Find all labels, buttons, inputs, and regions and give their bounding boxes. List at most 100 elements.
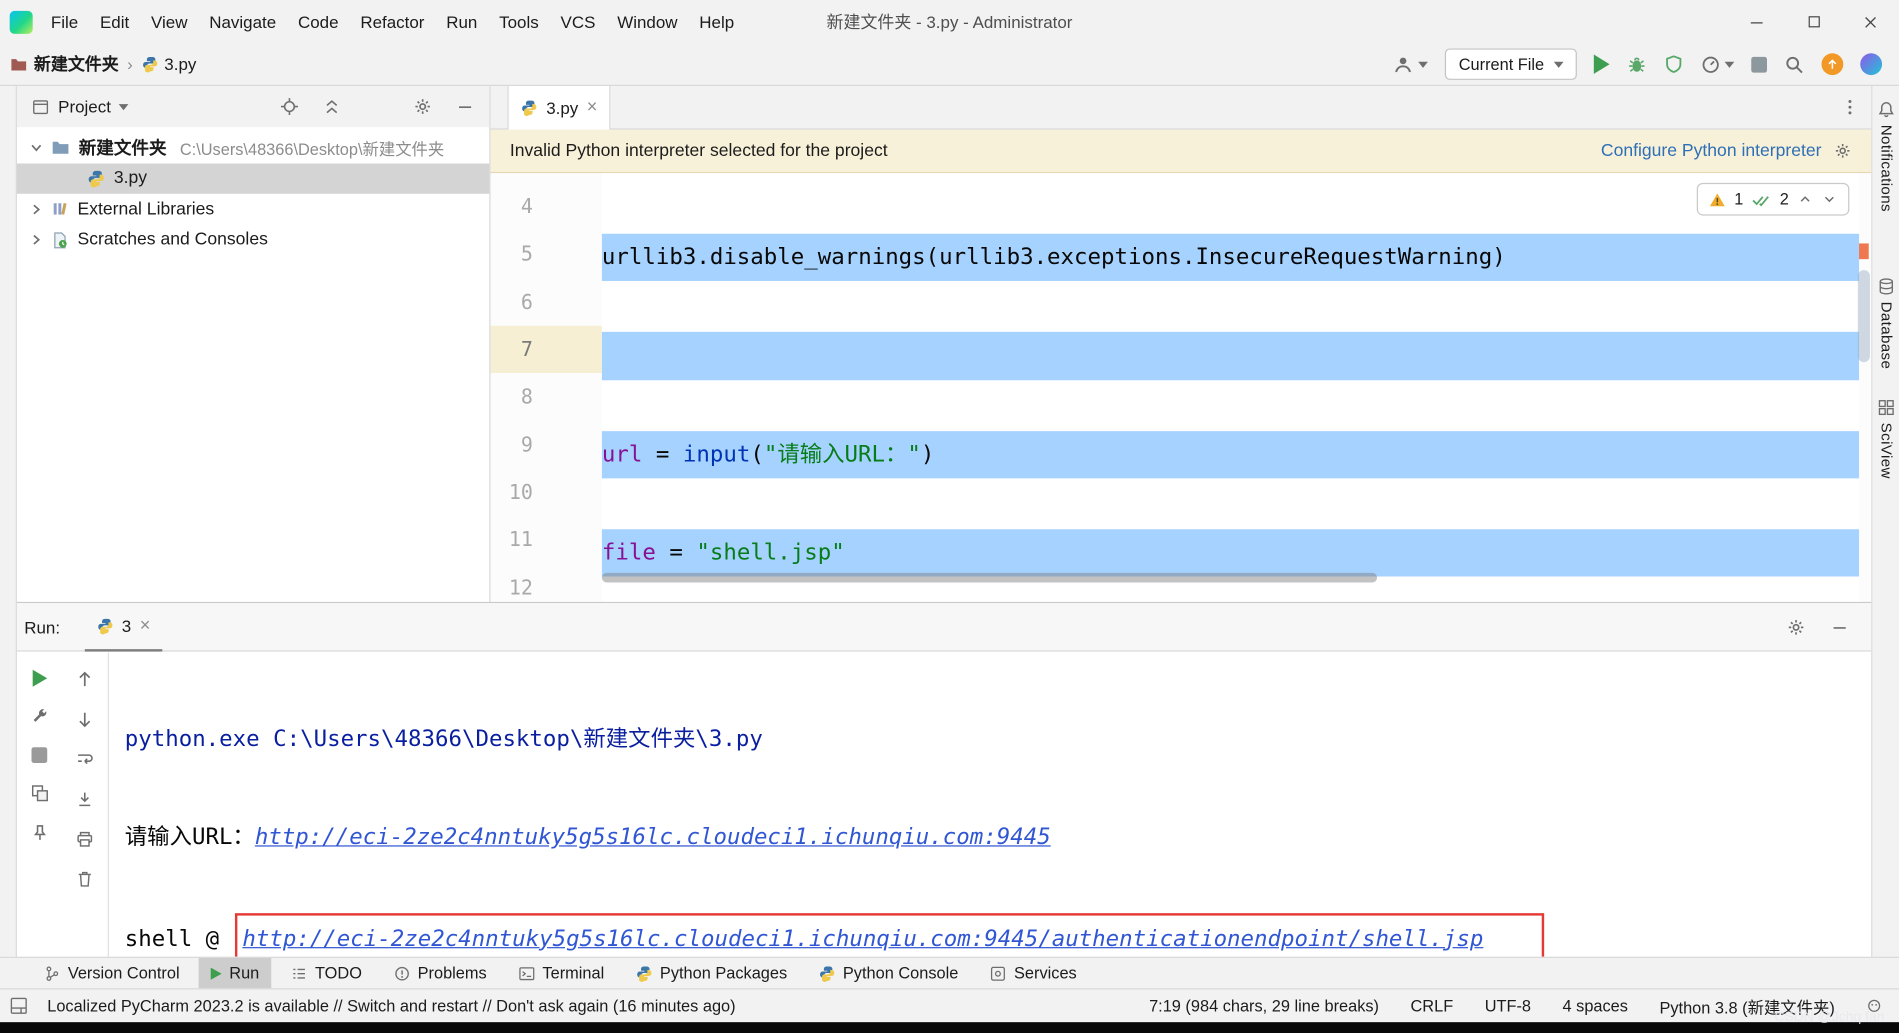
line-number: 10 bbox=[490, 469, 601, 517]
tree-row-external-libraries[interactable]: External Libraries bbox=[17, 194, 489, 225]
hide-panel-icon[interactable] bbox=[1830, 617, 1849, 636]
rerun-button[interactable] bbox=[32, 670, 47, 687]
restore-layout-icon[interactable] bbox=[30, 784, 49, 803]
up-stack-trace-icon[interactable] bbox=[75, 670, 94, 689]
code-line: file = "shell.jsp" bbox=[602, 529, 1859, 577]
toolwindow-services[interactable]: Services bbox=[978, 958, 1089, 988]
code-editor[interactable]: 4 5 6 7 8 9 10 11 12 urllib3.disable_war… bbox=[490, 173, 1871, 602]
close-tab-icon[interactable]: × bbox=[140, 616, 151, 634]
next-problem-icon[interactable] bbox=[1821, 191, 1837, 207]
menu-tools[interactable]: Tools bbox=[488, 0, 549, 44]
menu-edit[interactable]: Edit bbox=[89, 0, 140, 44]
maximize-button[interactable] bbox=[1785, 0, 1842, 44]
pycharm-logo-icon bbox=[10, 10, 33, 33]
menu-file[interactable]: File bbox=[40, 0, 89, 44]
status-message[interactable]: Localized PyCharm 2023.2 is available //… bbox=[47, 997, 735, 1015]
tab-3py[interactable]: 3.py × bbox=[507, 85, 610, 129]
scratches-icon bbox=[51, 231, 69, 249]
run-settings-icon[interactable] bbox=[1786, 617, 1805, 636]
tree-row-project-root[interactable]: 新建文件夹 C:\Users\48366\Desktop\新建文件夹 bbox=[17, 132, 489, 163]
close-tab-icon[interactable]: × bbox=[587, 98, 598, 116]
stripe-label: SciView bbox=[1878, 423, 1895, 479]
line-number: 5 bbox=[490, 231, 601, 279]
project-panel-header[interactable]: Project bbox=[17, 86, 489, 127]
collapse-all-icon[interactable] bbox=[322, 97, 341, 116]
menu-view[interactable]: View bbox=[140, 0, 198, 44]
interpreter-warning-banner: Invalid Python interpreter selected for … bbox=[490, 130, 1871, 174]
run-configuration-select[interactable]: Current File bbox=[1445, 48, 1576, 79]
modify-run-config-icon[interactable] bbox=[30, 707, 49, 726]
toolwindow-run[interactable]: Run bbox=[199, 958, 271, 988]
error-stripe-marker[interactable] bbox=[1859, 243, 1869, 259]
pin-tab-icon[interactable] bbox=[30, 824, 49, 843]
run-panel-title: Run: bbox=[24, 617, 60, 636]
menu-navigate[interactable]: Navigate bbox=[198, 0, 287, 44]
search-everywhere-button[interactable] bbox=[1784, 54, 1805, 75]
tree-row-file[interactable]: 3.py bbox=[17, 163, 489, 194]
menu-refactor[interactable]: Refactor bbox=[349, 0, 435, 44]
banner-settings-icon[interactable] bbox=[1834, 142, 1852, 160]
chevron-down-icon bbox=[1554, 61, 1564, 67]
breadcrumb-file[interactable]: 3.py bbox=[164, 54, 196, 73]
horizontal-scrollbar[interactable] bbox=[602, 573, 1377, 583]
coverage-button[interactable] bbox=[1664, 54, 1683, 73]
clear-all-icon[interactable] bbox=[75, 870, 94, 889]
menu-vcs[interactable]: VCS bbox=[550, 0, 607, 44]
menu-window[interactable]: Window bbox=[606, 0, 688, 44]
toolwindow-terminal[interactable]: Terminal bbox=[506, 958, 616, 988]
tool-windows-icon[interactable] bbox=[10, 997, 28, 1015]
tab-options-icon[interactable] bbox=[1841, 98, 1859, 116]
caret-position[interactable]: 7:19 (984 chars, 29 line breaks) bbox=[1149, 997, 1379, 1015]
prev-problem-icon[interactable] bbox=[1797, 191, 1813, 207]
stop-button[interactable] bbox=[1751, 56, 1767, 72]
run-console[interactable]: python.exe C:\Users\48366\Desktop\新建文件夹\… bbox=[109, 653, 1871, 957]
stripe-label: Database bbox=[1878, 302, 1895, 370]
minimize-button[interactable] bbox=[1728, 0, 1785, 44]
sidebar-item-sciview[interactable]: SciView bbox=[1872, 398, 1899, 478]
menu-help[interactable]: Help bbox=[688, 0, 745, 44]
update-available-icon[interactable] bbox=[1821, 53, 1843, 75]
console-line: shell @ http://eci-2ze2c4nntuky5g5s16lc.… bbox=[125, 913, 1871, 957]
vertical-scrollbar[interactable] bbox=[1858, 270, 1870, 362]
account-button[interactable] bbox=[1393, 54, 1428, 75]
menu-run[interactable]: Run bbox=[435, 0, 488, 44]
run-tab-3[interactable]: 3 × bbox=[84, 603, 162, 651]
toolwindow-todo[interactable]: TODO bbox=[279, 958, 374, 988]
file-encoding[interactable]: UTF-8 bbox=[1485, 997, 1531, 1015]
stop-process-button[interactable] bbox=[32, 747, 48, 763]
hide-panel-icon[interactable] bbox=[455, 97, 474, 116]
print-icon[interactable] bbox=[75, 830, 94, 849]
inspection-widget[interactable]: 1 2 bbox=[1697, 183, 1850, 216]
chevron-right-icon[interactable] bbox=[27, 200, 46, 219]
debug-button[interactable] bbox=[1627, 54, 1648, 75]
sidebar-item-notifications[interactable]: Notifications bbox=[1872, 101, 1899, 212]
profiler-button[interactable] bbox=[1700, 54, 1734, 75]
project-tree: 新建文件夹 C:\Users\48366\Desktop\新建文件夹 3.py … bbox=[17, 127, 489, 255]
menu-code[interactable]: Code bbox=[287, 0, 349, 44]
ide-features-icon[interactable] bbox=[1860, 53, 1882, 75]
sidebar-item-database[interactable]: Database bbox=[1872, 277, 1899, 369]
soft-wrap-icon[interactable] bbox=[75, 750, 94, 769]
breadcrumb-separator-icon: › bbox=[125, 54, 136, 73]
scroll-to-end-icon[interactable] bbox=[75, 790, 94, 809]
down-stack-trace-icon[interactable] bbox=[75, 710, 94, 729]
breadcrumb-project[interactable]: 新建文件夹 bbox=[34, 52, 119, 76]
toolwindow-version-control[interactable]: Version Control bbox=[31, 958, 191, 988]
line-separator[interactable]: CRLF bbox=[1410, 997, 1453, 1015]
configure-interpreter-link[interactable]: Configure Python interpreter bbox=[1601, 141, 1822, 160]
run-button[interactable] bbox=[1594, 54, 1610, 73]
chevron-right-icon[interactable] bbox=[27, 230, 46, 249]
tree-row-scratches[interactable]: Scratches and Consoles bbox=[17, 225, 489, 256]
toolwindow-problems[interactable]: Problems bbox=[381, 958, 499, 988]
libraries-icon bbox=[51, 200, 69, 218]
settings-icon[interactable] bbox=[413, 97, 432, 116]
console-shell-url-link[interactable]: http://eci-2ze2c4nntuky5g5s16lc.cloudeci… bbox=[242, 926, 1483, 951]
indent-style[interactable]: 4 spaces bbox=[1563, 997, 1628, 1015]
toolwindow-python-packages[interactable]: Python Packages bbox=[624, 958, 800, 988]
select-opened-file-icon[interactable] bbox=[280, 97, 299, 116]
console-url-link[interactable]: http://eci-2ze2c4nntuky5g5s16lc.cloudeci… bbox=[255, 825, 1051, 850]
run-icon bbox=[211, 967, 222, 979]
close-button[interactable] bbox=[1842, 0, 1899, 44]
chevron-down-icon[interactable] bbox=[27, 138, 46, 157]
toolwindow-python-console[interactable]: Python Console bbox=[807, 958, 971, 988]
